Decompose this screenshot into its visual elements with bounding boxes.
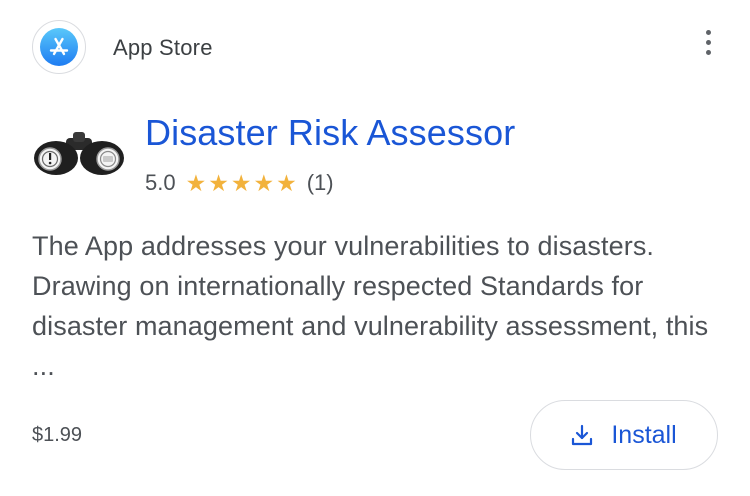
app-title[interactable]: Disaster Risk Assessor	[145, 112, 515, 154]
more-dot	[705, 39, 711, 45]
more-vert-icon[interactable]	[694, 26, 722, 58]
star-icon: ★	[253, 169, 275, 196]
rating-value: 5.0	[145, 170, 176, 195]
app-store-logo-tile	[40, 28, 78, 66]
install-button[interactable]: Install	[530, 400, 718, 470]
install-label: Install	[611, 420, 677, 449]
result-header: App Store	[32, 20, 722, 76]
star-icon: ★	[208, 169, 229, 196]
app-store-icon[interactable]	[32, 20, 86, 74]
source-name[interactable]: App Store	[113, 35, 213, 61]
star-icon: ★	[276, 169, 297, 196]
download-icon	[571, 424, 593, 446]
rating-count: (1)	[306, 170, 334, 195]
rating-stars: ★ ★ ★ ★ ★	[185, 169, 297, 196]
star-icon: ★	[185, 169, 207, 196]
more-dot	[705, 49, 711, 55]
price: $1.99	[32, 424, 83, 446]
app-store-glyph	[49, 37, 69, 56]
binoculars-icon[interactable]	[32, 128, 126, 180]
app-description: The App addresses your vulnerabilities t…	[32, 231, 709, 381]
more-dot	[705, 29, 711, 35]
star-icon: ★	[230, 169, 252, 196]
app-row: Disaster Risk Assessor 5.0 ★ ★ ★ ★ ★ (1)	[32, 112, 722, 202]
rating-row: 5.0 ★ ★ ★ ★ ★ (1)	[145, 170, 334, 196]
